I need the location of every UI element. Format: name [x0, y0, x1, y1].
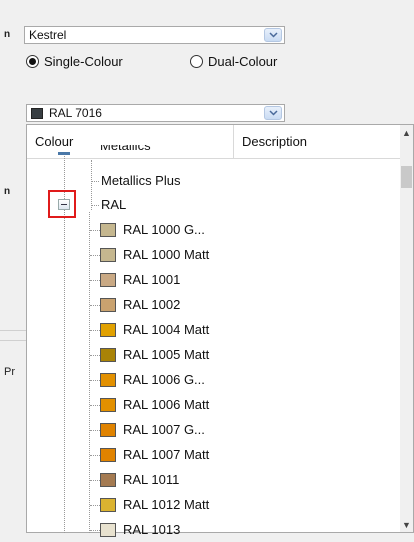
tree-line — [90, 330, 100, 331]
partial-group-label: Metallics — [100, 145, 151, 153]
divider — [0, 340, 26, 341]
colour-item-label: RAL 1007 Matt — [123, 447, 210, 462]
colour-swatch — [100, 273, 116, 287]
single-colour-radio[interactable]: Single-Colour — [26, 54, 123, 69]
colour-item-label: RAL 1006 Matt — [123, 397, 210, 412]
colour-item[interactable]: RAL 1011 — [89, 470, 239, 492]
tree-line — [90, 230, 100, 231]
colour-swatch — [100, 323, 116, 337]
tree-line — [90, 530, 100, 531]
colour-item[interactable]: RAL 1007 Matt — [89, 445, 239, 467]
colour-item-label: RAL 1000 Matt — [123, 247, 210, 262]
dual-colour-label: Dual-Colour — [208, 54, 278, 69]
colour-swatch — [100, 423, 116, 437]
colour-item-label: RAL 1005 Matt — [123, 347, 210, 362]
scroll-up-icon[interactable]: ▲ — [402, 128, 411, 138]
vertical-scrollbar[interactable]: ▲ ▼ — [400, 125, 413, 532]
colour-swatch — [100, 348, 116, 362]
annotation-highlight-box — [48, 190, 76, 218]
tree-line — [90, 480, 100, 481]
divider — [0, 330, 26, 331]
colour-item-label: RAL 1001 — [123, 272, 181, 287]
colour-swatch — [100, 398, 116, 412]
colour-swatch — [100, 473, 116, 487]
colour-item[interactable]: RAL 1002 — [89, 295, 239, 317]
colour-combo-value: RAL 7016 — [49, 106, 102, 120]
colour-item[interactable]: RAL 1001 — [89, 270, 239, 292]
colour-item[interactable]: RAL 1013 — [89, 520, 239, 542]
colour-item[interactable]: RAL 1007 G... — [89, 420, 239, 442]
radio-selected-icon — [26, 55, 39, 68]
colour-item-label: RAL 1012 Matt — [123, 497, 210, 512]
single-colour-label: Single-Colour — [44, 54, 123, 69]
colour-swatch — [31, 108, 43, 119]
colour-combo[interactable]: RAL 7016 — [26, 104, 285, 122]
profile-combo-value: Kestrel — [29, 28, 67, 42]
scroll-down-icon[interactable]: ▼ — [402, 520, 411, 530]
tree-line — [90, 305, 100, 306]
collapsed-node-icon — [58, 152, 70, 155]
list-header: Colour Description — [27, 125, 413, 159]
clipped-label-1: n — [4, 29, 11, 40]
chevron-down-icon[interactable] — [264, 106, 282, 120]
chevron-down-icon[interactable] — [264, 28, 282, 42]
colour-item[interactable]: RAL 1012 Matt — [89, 495, 239, 517]
tree-line — [91, 181, 99, 182]
colour-swatch — [100, 373, 116, 387]
colour-item-label: RAL 1006 G... — [123, 372, 205, 387]
colour-item[interactable]: RAL 1000 G... — [89, 220, 239, 242]
colour-swatch — [100, 523, 116, 537]
colour-item-label: RAL 1002 — [123, 297, 181, 312]
tree-line — [91, 160, 92, 210]
colour-swatch — [100, 223, 116, 237]
tree-line — [90, 380, 100, 381]
colour-item-label: RAL 1007 G... — [123, 422, 205, 437]
colour-item-label: RAL 1011 — [123, 472, 180, 487]
colour-item[interactable]: RAL 1006 Matt — [89, 395, 239, 417]
colour-item[interactable]: RAL 1004 Matt — [89, 320, 239, 342]
colour-swatch — [100, 498, 116, 512]
group-metallics-plus[interactable]: Metallics Plus — [101, 173, 180, 188]
radio-unselected-icon — [190, 55, 203, 68]
tree-line — [90, 405, 100, 406]
column-separator[interactable] — [233, 125, 234, 158]
colour-item-label: RAL 1004 Matt — [123, 322, 210, 337]
tree-line — [90, 430, 100, 431]
colour-swatch — [100, 298, 116, 312]
colour-swatch — [100, 448, 116, 462]
colour-item-label: RAL 1000 G... — [123, 222, 205, 237]
tree-line — [90, 255, 100, 256]
colour-item[interactable]: RAL 1006 G... — [89, 370, 239, 392]
clipped-label-3: Pr — [4, 366, 15, 378]
tree-line — [91, 205, 99, 206]
colour-item[interactable]: RAL 1000 Matt — [89, 245, 239, 267]
profile-combo[interactable]: Kestrel — [24, 26, 285, 44]
group-ral[interactable]: RAL — [101, 197, 126, 212]
tree-line — [90, 355, 100, 356]
scroll-thumb[interactable] — [401, 166, 412, 188]
dual-colour-radio[interactable]: Dual-Colour — [190, 54, 277, 69]
colour-item-label: RAL 1013 — [123, 522, 181, 537]
tree-line — [90, 280, 100, 281]
colour-swatch — [100, 248, 116, 262]
tree-line — [90, 505, 100, 506]
clipped-label-2: n — [4, 186, 11, 197]
column-header-description[interactable]: Description — [242, 134, 307, 149]
column-header-colour[interactable]: Colour — [35, 134, 73, 149]
tree-line — [90, 455, 100, 456]
colour-item[interactable]: RAL 1005 Matt — [89, 345, 239, 367]
